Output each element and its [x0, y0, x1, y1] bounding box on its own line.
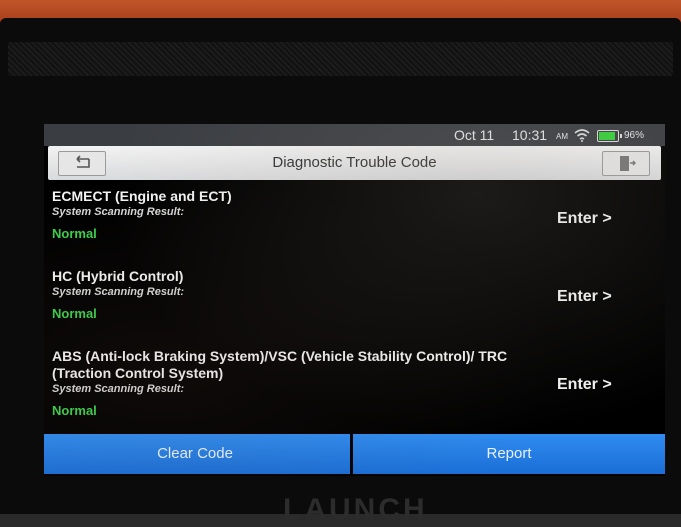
system-item-ecmect[interactable]: ECMECT (Engine and ECT) System Scanning … [52, 188, 652, 241]
bottom-button-bar: Clear Code Report [44, 434, 665, 476]
system-name: ABS (Anti-lock Braking System)/VSC (Vehi… [52, 348, 508, 381]
exit-button[interactable] [602, 151, 650, 176]
status-ampm: AM [556, 132, 568, 141]
system-item-abs-vsc-trc[interactable]: ABS (Anti-lock Braking System)/VSC (Vehi… [52, 348, 652, 418]
page-title: Diagnostic Trouble Code [272, 154, 437, 171]
exit-door-icon [620, 156, 637, 171]
bezel-texture [8, 42, 673, 76]
enter-button[interactable]: Enter > [557, 376, 612, 394]
title-bar: Diagnostic Trouble Code [48, 146, 661, 180]
enter-button[interactable]: Enter > [557, 288, 612, 306]
wifi-icon [574, 129, 590, 142]
enter-button[interactable]: Enter > [557, 210, 612, 228]
report-button[interactable]: Report [353, 434, 665, 474]
device-brand-logo: LAUNCH [283, 493, 428, 526]
result-value: Normal [52, 306, 97, 321]
clear-code-button[interactable]: Clear Code [44, 434, 350, 474]
battery-icon [597, 130, 622, 142]
battery-percent: 96% [624, 130, 645, 141]
status-bar: Oct 11 10:31 AM 96% [44, 124, 665, 146]
device-screen: Oct 11 10:31 AM 96% Diagnostic Trouble C… [44, 124, 665, 476]
status-date: Oct 11 [454, 127, 495, 143]
system-name: HC (Hybrid Control) [52, 268, 184, 284]
status-time: 10:31 [512, 127, 548, 143]
result-value: Normal [52, 403, 97, 418]
system-item-hc[interactable]: HC (Hybrid Control) System Scanning Resu… [52, 268, 652, 321]
result-value: Normal [52, 226, 97, 241]
system-name: ECMECT (Engine and ECT) [52, 188, 232, 204]
